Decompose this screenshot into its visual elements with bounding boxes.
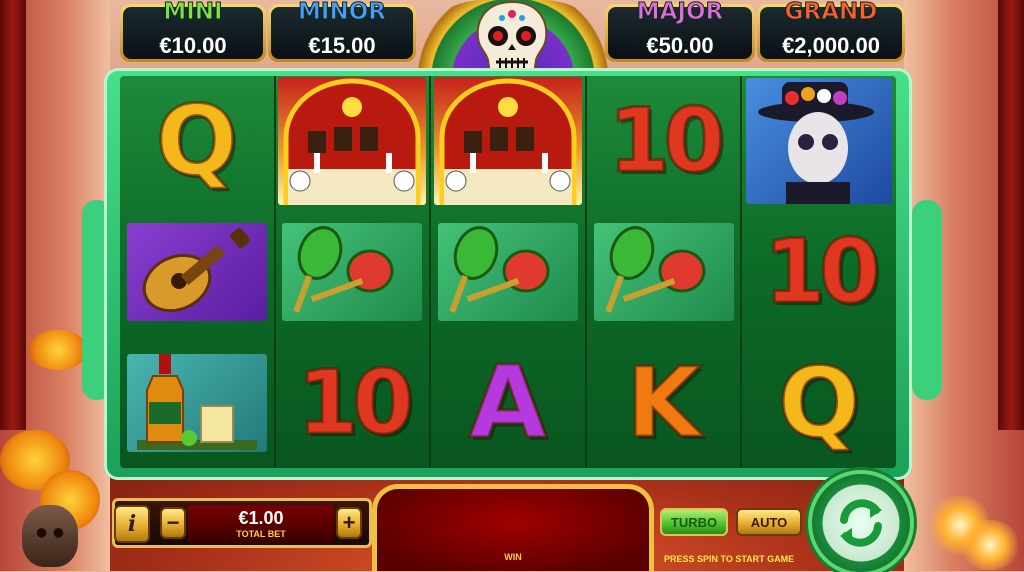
total-bet-value: €1.00 — [238, 508, 284, 528]
candle-decoration — [960, 520, 1020, 570]
a-symbol: A — [468, 343, 548, 461]
win-label: WIN — [504, 552, 522, 562]
skull-icon — [476, 0, 548, 75]
reel-1: Q — [120, 76, 276, 468]
total-bet-label: TOTAL BET — [236, 529, 286, 539]
maracas-symbol-icon — [593, 223, 734, 321]
reel-cell: 10 — [276, 337, 430, 468]
reel-cell: Q — [120, 76, 274, 207]
reel-4: 10 K — [587, 76, 743, 468]
reel-3: A — [431, 76, 587, 468]
reels: Q 10 A 10 K 10 Q — [120, 76, 896, 468]
reel-2: 10 — [276, 76, 432, 468]
jackpot-minor-label: MINOR — [298, 0, 387, 26]
jackpot-major: MAJOR €50.00 — [605, 0, 755, 62]
k-symbol: K — [625, 346, 702, 459]
spin-button[interactable] — [812, 474, 910, 572]
reel-cell: 10 — [742, 207, 896, 338]
reel-cell: A — [431, 337, 585, 468]
reel-cell — [431, 207, 585, 338]
jackpot-grand-value: €2,000.00 — [782, 33, 880, 58]
reel-cell — [120, 337, 274, 468]
maracas-symbol-icon — [282, 223, 423, 321]
frame-right-ornament — [912, 200, 942, 400]
reel-5: 10 Q — [742, 76, 896, 468]
decrease-bet-button[interactable]: − — [160, 507, 186, 539]
jackpot-grand: GRAND €2,000.00 — [757, 0, 905, 62]
jackpot-mini: MINI €10.00 — [120, 0, 266, 62]
ten-symbol: 10 — [762, 220, 882, 323]
ten-symbol: 10 — [296, 350, 416, 454]
win-panel: WIN — [372, 484, 654, 571]
jackpot-major-label: MAJOR — [636, 0, 724, 26]
altar-symbol-icon — [278, 77, 427, 206]
right-pillar — [998, 0, 1024, 430]
q-symbol: Q — [777, 346, 862, 459]
jackpot-major-value: €50.00 — [646, 33, 714, 58]
reel-frame: Q 10 A 10 K 10 Q — [104, 68, 912, 480]
reel-cell — [742, 76, 896, 207]
guitar-symbol-icon — [126, 223, 267, 321]
jackpot-grand-label: GRAND — [784, 0, 878, 26]
maracas-symbol-icon — [437, 223, 578, 321]
reel-cell: K — [587, 337, 741, 468]
reel-cell: Q — [742, 337, 896, 468]
tequila-symbol-icon — [126, 353, 267, 452]
turbo-button[interactable]: TURBO — [660, 508, 728, 536]
increase-bet-button[interactable]: + — [336, 507, 362, 539]
ten-symbol: 10 — [607, 89, 727, 193]
reel-cell — [276, 76, 430, 207]
reel-cell — [120, 207, 274, 338]
catrin-symbol-icon — [746, 78, 893, 205]
start-hint: PRESS SPIN TO START GAME — [664, 554, 795, 564]
altar-symbol-icon — [433, 77, 582, 206]
left-pillar — [0, 0, 26, 430]
skull-decoration-icon — [22, 505, 78, 567]
reel-cell — [276, 207, 430, 338]
spin-arrows-icon — [840, 499, 882, 547]
jackpot-minor-value: €15.00 — [308, 33, 376, 58]
q-symbol: Q — [154, 85, 239, 198]
jackpot-mini-value: €10.00 — [159, 33, 227, 58]
info-button[interactable]: i — [114, 505, 150, 543]
reel-cell — [587, 207, 741, 338]
reel-cell — [431, 76, 585, 207]
total-bet-display: €1.00 TOTAL BET — [188, 505, 334, 543]
autoplay-button[interactable]: AUTO — [736, 508, 802, 536]
marigold-decoration — [28, 330, 88, 370]
jackpot-mini-label: MINI — [163, 0, 223, 26]
jackpot-minor: MINOR €15.00 — [268, 0, 416, 62]
reel-cell: 10 — [587, 76, 741, 207]
